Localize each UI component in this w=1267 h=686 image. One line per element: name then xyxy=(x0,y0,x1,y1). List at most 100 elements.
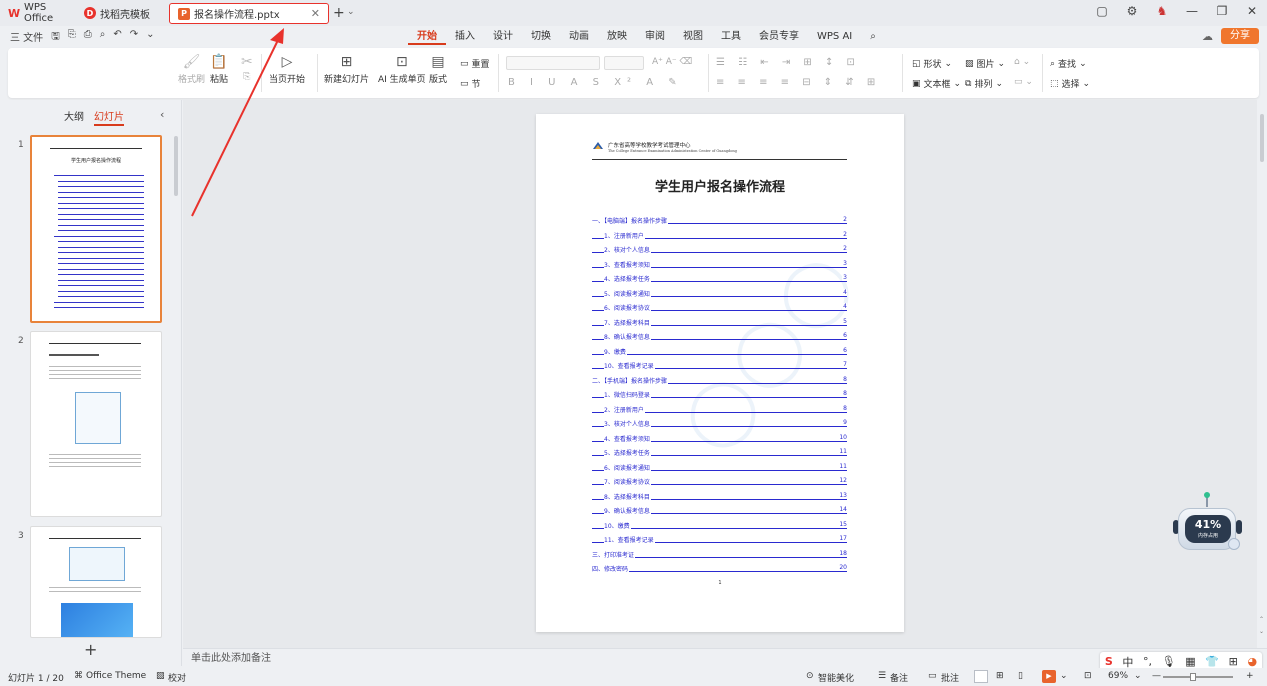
ai-slide-button[interactable]: ⊡ AI 生成单页 xyxy=(378,54,426,85)
minimize-icon[interactable]: — xyxy=(1185,4,1199,18)
tab-docer-templates[interactable]: D 找稻壳模板 xyxy=(76,2,164,24)
select-button[interactable]: ⬚ 选择 ⌄ xyxy=(1050,77,1090,91)
align-buttons[interactable]: ≡ ≡ ≡ ≡ ⊟ ⇕ ⇵ ⊞ xyxy=(716,77,880,88)
scroll-up-icon[interactable]: ⌃ xyxy=(1259,616,1264,623)
toc-entry[interactable]: 一、【电脑端】报名操作步骤 2 xyxy=(592,214,847,229)
zoom-slider[interactable] xyxy=(1163,676,1233,678)
tab-member[interactable]: 会员专享 xyxy=(750,29,808,45)
print-preview-icon[interactable]: ⌕ xyxy=(100,29,106,46)
zoom-slider-knob[interactable] xyxy=(1190,673,1196,681)
beautify-icon[interactable]: ⊙ xyxy=(806,671,814,681)
tab-slides[interactable]: 幻灯片 xyxy=(94,108,124,126)
toc-entry[interactable]: 3、查看报考须知 3 xyxy=(592,258,847,273)
format-painter-button[interactable]: 🖌 格式刷 xyxy=(178,54,205,85)
list-buttons[interactable]: ☰ ☷ ⇤ ⇥ ⊞ ↕ ⊡ xyxy=(716,57,860,68)
toc-entry[interactable]: 2、注册新用户 8 xyxy=(592,403,847,418)
proofread-icon[interactable]: ▧ xyxy=(156,671,165,681)
chevron-down-icon[interactable]: ⌄ xyxy=(1060,671,1068,681)
toc-entry[interactable]: 8、确认报考信息 6 xyxy=(592,330,847,345)
copy-icon[interactable]: ⎘ xyxy=(243,72,250,82)
toc-entry[interactable]: 6、阅读报考协议 4 xyxy=(592,301,847,316)
theme-icon[interactable]: ⌘ xyxy=(74,671,83,681)
toc-entry[interactable]: 9、确认报考信息 14 xyxy=(592,504,847,519)
share-button[interactable]: 分享 xyxy=(1221,28,1259,44)
microphone-icon[interactable]: 🎙 xyxy=(1162,655,1176,668)
export-pdf-icon[interactable]: ⎘ xyxy=(68,29,76,46)
theme-name[interactable]: Office Theme xyxy=(86,671,146,681)
toc-entry[interactable]: 四、修改密码 20 xyxy=(592,562,847,577)
toc-entry[interactable]: 7、阅读报考协议 12 xyxy=(592,475,847,490)
zoom-in-icon[interactable]: + xyxy=(1246,671,1254,681)
slide-thumbnail-2[interactable] xyxy=(30,331,162,517)
new-tab-icon[interactable]: + xyxy=(333,5,345,21)
new-slide-button[interactable]: ⊞ 新建幻灯片 xyxy=(324,54,369,85)
fit-window-icon[interactable]: ⊡ xyxy=(1084,671,1092,681)
comments-button[interactable]: 批注 xyxy=(941,671,959,684)
tab-transitions[interactable]: 切换 xyxy=(522,29,560,45)
toc-entry[interactable]: 10、缴费 15 xyxy=(592,519,847,534)
maximize-icon[interactable]: ❐ xyxy=(1215,4,1229,18)
play-from-current-button[interactable]: ▷ 当页开始 xyxy=(269,54,305,85)
close-window-icon[interactable]: ✕ xyxy=(1245,4,1259,18)
toc-entry[interactable]: 二、【手机端】报名操作步骤 8 xyxy=(592,374,847,389)
slide-thumbnail-3[interactable] xyxy=(30,526,162,638)
notes-button[interactable]: 备注 xyxy=(890,671,908,684)
avatar[interactable]: ♞ xyxy=(1155,4,1169,18)
add-slide-button[interactable]: + xyxy=(84,640,97,659)
tab-home[interactable]: 开始 xyxy=(408,29,446,45)
undo-icon[interactable]: ↶ xyxy=(113,29,121,46)
toc-entry[interactable]: 1、微信扫码登录 8 xyxy=(592,388,847,403)
textbox-button[interactable]: ▣ 文本框 ⌄ xyxy=(912,77,961,91)
scrollbar-thumb[interactable] xyxy=(1260,114,1264,162)
skin-icon[interactable]: 👕 xyxy=(1205,655,1219,668)
paste-button[interactable]: 📋 粘贴 xyxy=(210,54,228,85)
slide-1[interactable]: 广东省高等学校教学考试管理中心 The College Entrance Exa… xyxy=(536,114,904,632)
arrange-button[interactable]: ⧉ 排列 ⌄ xyxy=(965,77,1003,91)
comment-icon[interactable]: ▭ xyxy=(928,671,937,681)
tab-view[interactable]: 视图 xyxy=(674,29,712,45)
toc-entry[interactable]: 6、阅读报考通知 11 xyxy=(592,461,847,476)
save-icon[interactable]: 🖫 xyxy=(51,29,60,46)
cloud-sync-icon[interactable]: ☁ xyxy=(1202,30,1213,43)
toc-entry[interactable]: 三、打印准考证 18 xyxy=(592,548,847,563)
zoom-level[interactable]: 69% xyxy=(1108,671,1128,681)
slide-sorter-icon[interactable]: ⊞ xyxy=(996,671,1004,681)
toc-entry[interactable]: 9、缴费 6 xyxy=(592,345,847,360)
fill-button[interactable]: ⌂ ⌄ xyxy=(1014,57,1030,67)
toc-entry[interactable]: 5、阅读报考通知 4 xyxy=(592,287,847,302)
picture-button[interactable]: ▨ 图片 ⌄ xyxy=(965,57,1005,71)
sogou-logo-icon[interactable]: S xyxy=(1105,655,1113,668)
print-icon[interactable]: ⎙ xyxy=(84,29,92,46)
outline-button[interactable]: ▭ ⌄ xyxy=(1014,77,1033,87)
toc-entry[interactable]: 5、选择报考任务 11 xyxy=(592,446,847,461)
layout-button[interactable]: ▤ 版式 xyxy=(429,54,447,85)
toc-entry[interactable]: 7、选择报考科目 5 xyxy=(592,316,847,331)
zoom-chevron-icon[interactable]: ⌄ xyxy=(1134,671,1142,681)
reading-view-icon[interactable]: ▯ xyxy=(1018,671,1023,681)
tab-animations[interactable]: 动画 xyxy=(560,29,598,45)
tab-wps-office[interactable]: W WPS Office xyxy=(0,2,76,24)
panel-scrollbar[interactable] xyxy=(174,136,178,196)
slide-thumbnail-1[interactable]: 学生用户报名操作流程 xyxy=(30,135,162,323)
punctuation-icon[interactable]: °, xyxy=(1143,655,1152,668)
tab-wps-ai[interactable]: WPS AI xyxy=(808,29,861,45)
toc-entry[interactable]: 4、选择报考任务 3 xyxy=(592,272,847,287)
toc-entry[interactable]: 11、查看报考记录 17 xyxy=(592,533,847,548)
tab-review[interactable]: 审阅 xyxy=(636,29,674,45)
proofread-label[interactable]: 校对 xyxy=(168,671,186,684)
tab-slideshow[interactable]: 放映 xyxy=(598,29,636,45)
font-size-select[interactable] xyxy=(604,56,644,70)
collapse-panel-icon[interactable]: ‹ xyxy=(160,108,164,121)
toc-entry[interactable]: 1、注册新用户 2 xyxy=(592,229,847,244)
normal-view-icon[interactable] xyxy=(974,670,988,683)
reset-button[interactable]: ▭ 重置 xyxy=(460,57,490,71)
cut-button[interactable]: ✂ ⎘ xyxy=(241,54,253,82)
settings-icon[interactable]: ⚙ xyxy=(1125,4,1139,18)
slideshow-play-button[interactable]: ▶ xyxy=(1042,670,1056,683)
keyboard-icon[interactable]: ▦ xyxy=(1185,655,1195,668)
tab-document[interactable]: P 报名操作流程.pptx ✕ xyxy=(169,3,329,24)
redo-icon[interactable]: ↷ xyxy=(130,29,138,46)
section-button[interactable]: ▭ 节 xyxy=(460,77,481,91)
toc-entry[interactable]: 10、查看报考记录 7 xyxy=(592,359,847,374)
tab-tools[interactable]: 工具 xyxy=(712,29,750,45)
